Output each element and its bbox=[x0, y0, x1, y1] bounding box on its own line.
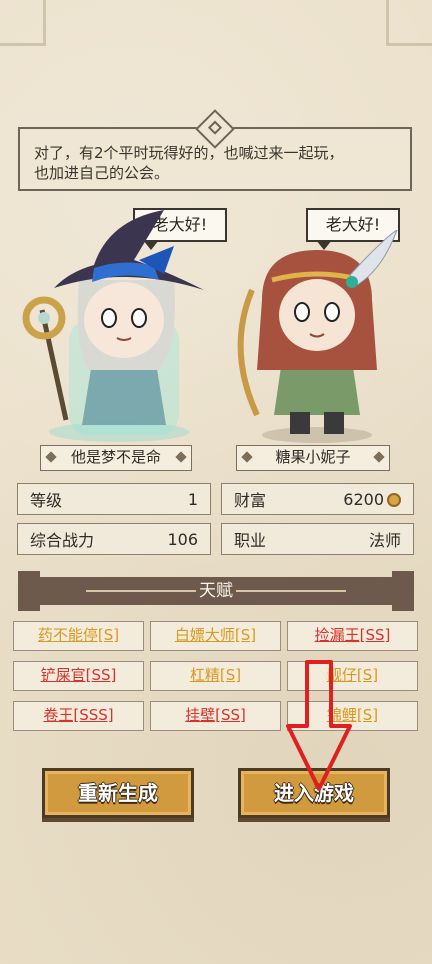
witch-character-portrait bbox=[22, 210, 204, 442]
talent-item[interactable]: 白嫖大师[S] bbox=[150, 621, 281, 651]
archer-character-portrait bbox=[237, 230, 398, 443]
talent-item[interactable]: 铲屎官[SS] bbox=[13, 661, 144, 691]
wealth-value-group: 6200 bbox=[343, 490, 401, 509]
talent-item[interactable]: 药不能停[S] bbox=[13, 621, 144, 651]
frame-corner-top-right bbox=[386, 0, 432, 46]
level-value: 1 bbox=[187, 489, 198, 509]
red-arrow-annotation-icon bbox=[286, 660, 352, 791]
frame-corner-top-left bbox=[0, 0, 46, 46]
wealth-stat: 财富 6200 bbox=[221, 483, 414, 515]
game-screen: { "dialog": { "text": "对了，有2个平时玩得好的，也喊过来… bbox=[0, 0, 432, 964]
level-label: 等级 bbox=[30, 491, 63, 510]
dialog-box: 对了，有2个平时玩得好的，也喊过来一起玩， 也加进自己的公会。 bbox=[18, 109, 412, 191]
job-value: 法师 bbox=[368, 531, 401, 550]
talent-item[interactable]: 卷王[SSS] bbox=[13, 701, 144, 731]
talent-item[interactable]: 挂壁[SS] bbox=[150, 701, 281, 731]
coin-icon bbox=[387, 492, 401, 507]
talent-item[interactable]: 杠精[S] bbox=[150, 661, 281, 691]
talent-banner: 天赋 bbox=[18, 571, 414, 611]
character-name-tag-2: 糖果小妮子 bbox=[236, 445, 390, 471]
job-stat: 职业 法师 bbox=[221, 523, 414, 555]
power-label: 综合战力 bbox=[30, 531, 95, 550]
character-name-tag-1: 他是梦不是命 bbox=[40, 445, 192, 471]
wealth-value: 6200 bbox=[343, 489, 384, 509]
character-name-1: 他是梦不是命 bbox=[70, 448, 161, 466]
wealth-label: 财富 bbox=[234, 491, 267, 510]
level-stat: 等级 1 bbox=[17, 483, 211, 515]
power-stat: 综合战力 106 bbox=[17, 523, 211, 555]
character-name-2: 糖果小妮子 bbox=[275, 448, 351, 466]
dialog-text: 对了，有2个平时玩得好的，也喊过来一起玩， 也加进自己的公会。 bbox=[34, 144, 344, 182]
power-value: 106 bbox=[167, 529, 198, 549]
regenerate-label: 重新生成 bbox=[78, 781, 158, 805]
talent-title: 天赋 bbox=[199, 581, 233, 601]
talent-item[interactable]: 捡漏王[SS] bbox=[287, 621, 418, 651]
job-label: 职业 bbox=[234, 531, 267, 550]
regenerate-button[interactable]: 重新生成 bbox=[42, 768, 194, 818]
